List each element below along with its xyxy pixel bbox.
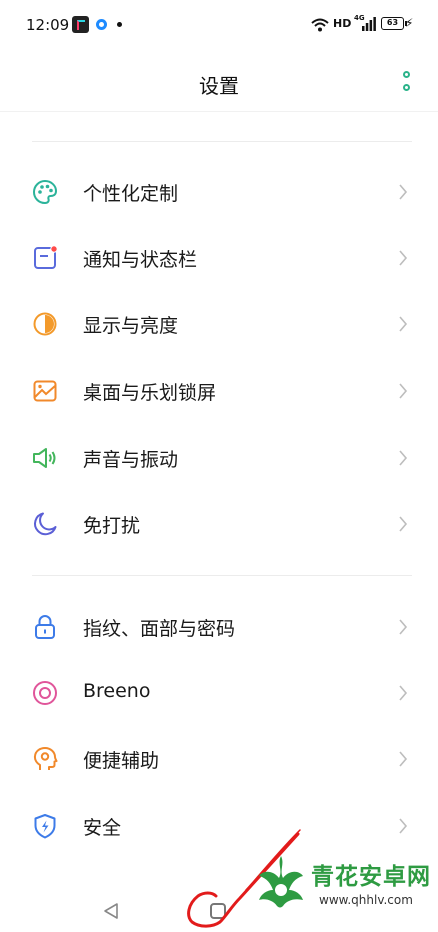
settings-item-breeno[interactable]: Breeno xyxy=(0,661,438,727)
chevron-right-icon xyxy=(399,619,408,635)
wallpaper-icon xyxy=(33,380,57,402)
settings-item-label: 声音与振动 xyxy=(83,449,179,471)
assist-head-icon xyxy=(33,747,58,770)
page-title: 设置 xyxy=(199,74,239,98)
status-time: 12:09 xyxy=(26,16,70,34)
settings-item-label: 桌面与乐划锁屏 xyxy=(83,382,217,404)
browser-notification-icon xyxy=(96,19,107,30)
hd-label: HD xyxy=(333,17,352,30)
chevron-right-icon xyxy=(399,383,408,399)
vertical-dots-icon xyxy=(403,71,410,78)
shield-icon xyxy=(34,814,56,839)
watermark: 青花安卓网 www.qhhlv.com xyxy=(253,849,435,921)
chevron-right-icon xyxy=(399,316,408,332)
wifi-icon xyxy=(311,18,329,32)
watermark-name: 青花安卓网 xyxy=(311,864,431,890)
charging-icon: ⚡ xyxy=(405,16,414,30)
signal-icon xyxy=(362,17,376,31)
settings-item-display[interactable]: 显示与亮度 xyxy=(0,292,438,358)
lock-icon xyxy=(35,615,55,639)
settings-item-label: 显示与亮度 xyxy=(83,315,179,337)
palette-icon xyxy=(32,179,58,205)
section-divider xyxy=(32,575,412,576)
status-bar: 12:09 HD 4G 63 ⚡ xyxy=(0,0,438,52)
notification-bar-icon xyxy=(34,245,58,269)
speaker-icon xyxy=(33,448,56,468)
settings-item-convenience-assist[interactable]: 便捷辅助 xyxy=(0,727,438,793)
home-icon[interactable] xyxy=(210,903,226,919)
settings-item-label: 安全 xyxy=(83,817,122,839)
back-icon[interactable] xyxy=(102,902,120,920)
settings-item-label: Breeno xyxy=(83,680,151,702)
battery-icon: 63 xyxy=(381,17,407,30)
settings-item-fingerprint-face-password[interactable]: 指纹、面部与密码 xyxy=(0,595,438,661)
watermark-logo xyxy=(259,856,303,908)
moon-icon xyxy=(34,512,57,536)
settings-item-label: 个性化定制 xyxy=(83,183,179,205)
settings-item-label: 指纹、面部与密码 xyxy=(83,618,236,640)
chevron-right-icon xyxy=(399,685,408,701)
breeno-icon xyxy=(33,681,57,705)
chevron-right-icon xyxy=(399,751,408,767)
chevron-right-icon xyxy=(399,450,408,466)
settings-item-label: 便捷辅助 xyxy=(83,750,160,772)
settings-item-personalization[interactable]: 个性化定制 xyxy=(0,160,438,226)
chevron-right-icon xyxy=(399,516,408,532)
more-notifications-dot xyxy=(117,22,122,27)
settings-item-sound[interactable]: 声音与振动 xyxy=(0,426,438,492)
title-bar: 设置 xyxy=(0,52,438,112)
settings-item-desktop-lockscreen[interactable]: 桌面与乐划锁屏 xyxy=(0,359,438,425)
chevron-right-icon xyxy=(399,818,408,834)
video-app-notification-icon xyxy=(72,16,89,33)
settings-item-label: 通知与状态栏 xyxy=(83,249,198,271)
settings-item-notifications[interactable]: 通知与状态栏 xyxy=(0,226,438,292)
more-options-button[interactable] xyxy=(396,68,418,98)
chevron-right-icon xyxy=(399,184,408,200)
settings-item-do-not-disturb[interactable]: 免打扰 xyxy=(0,492,438,558)
settings-item-label: 免打扰 xyxy=(83,515,141,537)
chevron-right-icon xyxy=(399,250,408,266)
brightness-icon xyxy=(33,312,57,336)
watermark-url: www.qhhlv.com xyxy=(319,893,413,907)
section-divider xyxy=(32,141,412,142)
